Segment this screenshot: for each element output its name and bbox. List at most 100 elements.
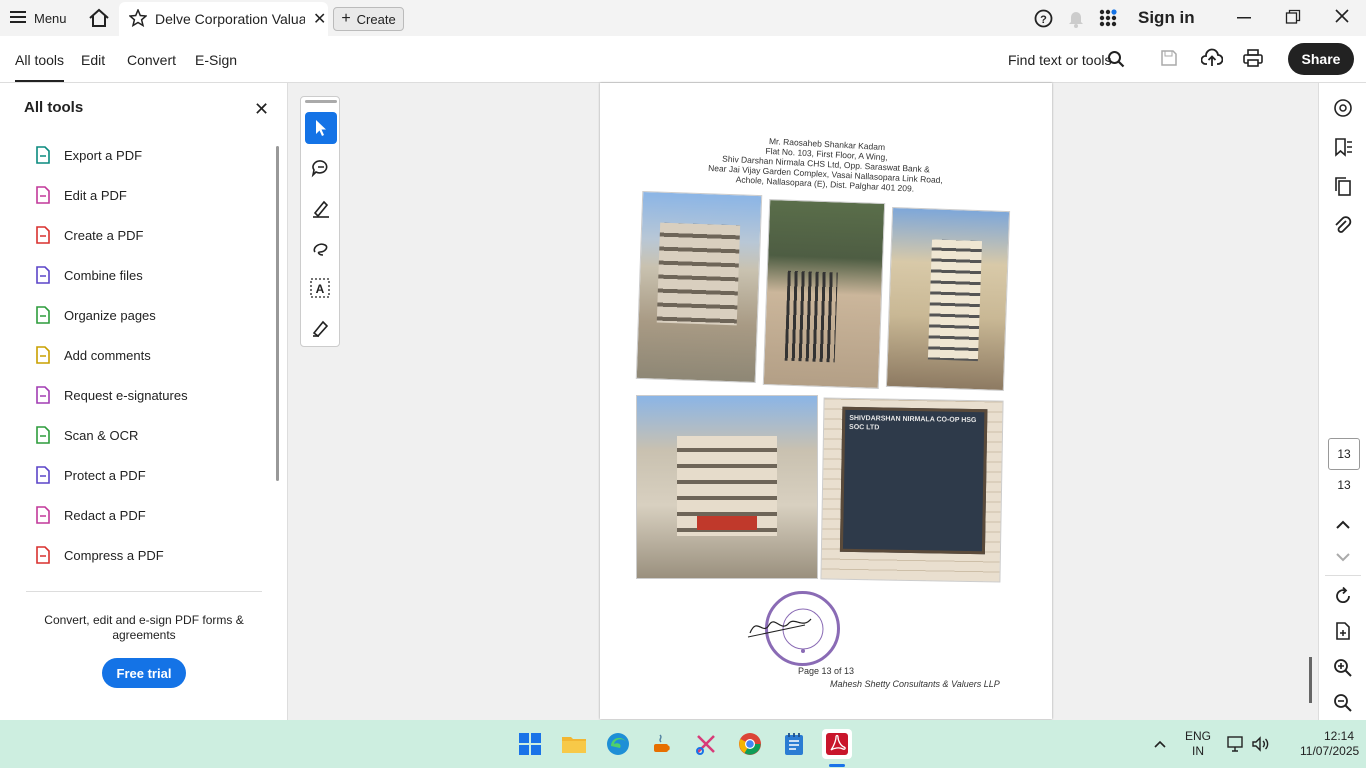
create-label: Create: [356, 11, 396, 27]
request-esign-icon: [34, 386, 52, 404]
search-icon[interactable]: [1107, 50, 1125, 73]
active-app-indicator: [829, 764, 845, 767]
tool-item[interactable]: Create a PDF: [34, 223, 143, 247]
help-icon[interactable]: ?: [1034, 9, 1053, 33]
windows-start-icon[interactable]: [515, 729, 545, 759]
signature-mark: [745, 611, 815, 646]
panel-divider: [26, 591, 262, 592]
highlight-tool-icon[interactable]: [305, 192, 337, 224]
document-tab[interactable]: Delve Corporation Valua... ✕: [119, 2, 328, 36]
tab-title: Delve Corporation Valua...: [155, 11, 305, 27]
windows-taskbar: ENG IN 12:14 11/07/2025: [0, 720, 1366, 768]
tool-item[interactable]: Combine files: [34, 263, 143, 287]
extract-page-icon[interactable]: [1331, 619, 1355, 643]
bookmarks-icon[interactable]: [1331, 135, 1355, 159]
language-code: ENG: [1184, 729, 1211, 743]
tool-item[interactable]: Request e-signatures: [34, 383, 188, 407]
zoom-in-icon[interactable]: [1331, 656, 1355, 680]
chevron-down-icon[interactable]: [1331, 545, 1355, 569]
edge-browser-icon[interactable]: [603, 729, 633, 759]
create-button[interactable]: + Create: [333, 7, 404, 31]
language-indicator[interactable]: ENG IN: [1184, 729, 1212, 759]
protect-pdf-icon: [34, 466, 52, 484]
combine-files-icon: [34, 266, 52, 284]
close-tab-icon[interactable]: ✕: [313, 9, 326, 29]
volume-icon[interactable]: [1246, 729, 1276, 759]
free-trial-button[interactable]: Free trial: [102, 658, 186, 688]
main-toolbar: All tools Edit Convert E-Sign Find text …: [0, 36, 1366, 83]
tool-item-label: Scan & OCR: [64, 427, 139, 443]
save-icon[interactable]: [1160, 49, 1178, 72]
menu-button[interactable]: Menu: [10, 8, 67, 28]
print-icon[interactable]: [1243, 49, 1263, 72]
menu-label: Menu: [34, 10, 67, 26]
tool-item[interactable]: Export a PDF: [34, 143, 142, 167]
sign-in-button[interactable]: Sign in: [1138, 8, 1195, 28]
page-thumbnails-icon[interactable]: [1331, 174, 1355, 198]
select-tool-icon[interactable]: [305, 112, 337, 144]
find-text-button[interactable]: Find text or tools: [1008, 52, 1112, 68]
tab-edit[interactable]: Edit: [81, 52, 105, 68]
star-icon[interactable]: [128, 7, 148, 30]
snipping-tool-icon[interactable]: [691, 729, 721, 759]
title-bar: Menu Delve Corporation Valua... ✕ + Crea…: [0, 0, 1366, 36]
svg-text:A: A: [316, 282, 325, 296]
sign-tool-icon[interactable]: [305, 312, 337, 344]
draw-tool-icon[interactable]: [305, 232, 337, 264]
total-pages: 13: [1337, 478, 1351, 492]
tool-item[interactable]: Add comments: [34, 343, 151, 367]
zoom-out-icon[interactable]: [1331, 691, 1355, 715]
compress-pdf-icon: [34, 546, 52, 564]
tool-item[interactable]: Compress a PDF: [34, 543, 164, 567]
minimize-icon[interactable]: [1236, 9, 1252, 30]
drag-handle[interactable]: [305, 100, 337, 103]
tool-item-label: Redact a PDF: [64, 507, 146, 523]
attachment-icon[interactable]: [1331, 214, 1355, 238]
notification-bell-icon[interactable]: [1067, 9, 1085, 33]
tool-item[interactable]: Redact a PDF: [34, 503, 146, 527]
comment-tool-icon[interactable]: [305, 152, 337, 184]
system-clock[interactable]: 12:14 11/07/2025: [1300, 729, 1359, 759]
tab-esign[interactable]: E-Sign: [195, 52, 237, 68]
tool-item[interactable]: Scan & OCR: [34, 423, 138, 447]
document-viewer[interactable]: A Mr. Raosaheb Shankar Kadam Flat No. 10…: [289, 83, 1303, 720]
notepad-icon[interactable]: [779, 729, 809, 759]
society-board-title: SHIVDARSHAN NIRMALA CO-OP HSG SOC LTD: [849, 414, 977, 432]
society-board-photo: SHIVDARSHAN NIRMALA CO-OP HSG SOC LTD: [820, 397, 1004, 583]
restore-icon[interactable]: [1285, 9, 1301, 30]
pdf-page[interactable]: Mr. Raosaheb Shankar Kadam Flat No. 103,…: [600, 83, 1052, 719]
cloud-upload-icon[interactable]: [1200, 48, 1224, 73]
plus-icon: +: [341, 10, 351, 27]
apps-grid-icon[interactable]: [1099, 9, 1117, 32]
tab-convert[interactable]: Convert: [127, 52, 176, 68]
close-panel-icon[interactable]: ✕: [254, 99, 269, 120]
scan-ocr-icon: [34, 426, 52, 444]
panel-scrollbar[interactable]: [276, 146, 279, 481]
ai-assistant-icon[interactable]: [1331, 96, 1355, 120]
current-page-input[interactable]: 13: [1328, 438, 1360, 470]
chrome-browser-icon[interactable]: [735, 729, 765, 759]
clock-time: 12:14: [1323, 729, 1354, 743]
tray-chevron-up-icon[interactable]: [1145, 729, 1175, 759]
tool-item[interactable]: Edit a PDF: [34, 183, 127, 207]
rotate-icon[interactable]: [1331, 584, 1355, 608]
tool-item-label: Add comments: [64, 347, 151, 363]
viewer-scrollbar[interactable]: [1303, 83, 1318, 720]
tool-item[interactable]: Protect a PDF: [34, 463, 146, 487]
file-explorer-icon[interactable]: [559, 729, 589, 759]
redact-pdf-icon: [34, 506, 52, 524]
society-board: SHIVDARSHAN NIRMALA CO-OP HSG SOC LTD: [839, 406, 988, 555]
home-icon[interactable]: [88, 8, 110, 33]
share-button[interactable]: Share: [1288, 43, 1354, 75]
java-app-icon[interactable]: [647, 729, 677, 759]
close-window-icon[interactable]: [1334, 8, 1350, 29]
export-pdf-icon: [34, 146, 52, 164]
panel-title: All tools: [24, 99, 84, 116]
text-recognition-tool-icon[interactable]: A: [305, 272, 337, 304]
chevron-up-icon[interactable]: [1331, 512, 1355, 536]
tool-item[interactable]: Organize pages: [34, 303, 156, 327]
acrobat-app-icon[interactable]: [822, 729, 852, 759]
add-comments-icon: [34, 346, 52, 364]
tab-all-tools[interactable]: All tools: [15, 52, 65, 82]
scrollbar-thumb[interactable]: [1309, 657, 1312, 703]
